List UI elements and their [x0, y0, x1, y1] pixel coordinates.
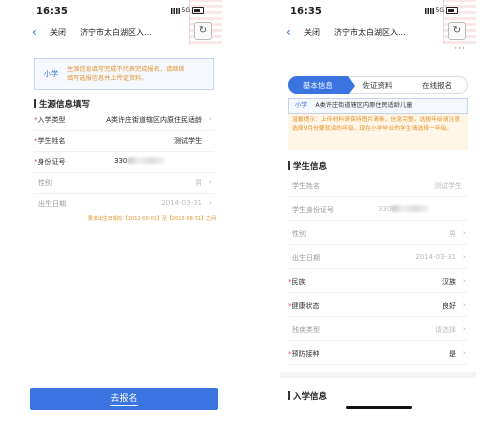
field-label: 出生日期	[292, 254, 320, 262]
chevron-right-icon: ›	[462, 276, 466, 285]
status-time: 16:35	[36, 6, 68, 17]
chevron-right-icon: ›	[462, 252, 466, 261]
signal-icon	[170, 7, 180, 14]
home-indicator[interactable]	[346, 406, 412, 409]
field-value: 是	[449, 350, 456, 358]
field-row-disability-type[interactable]: 残疾类型 请选择 ›	[288, 320, 468, 341]
nav-bar: ‹ 关闭 济宁市太白湖区入... ↻	[280, 22, 476, 42]
notice-box: 小学 生源信息填写完成不代表完成报名，请继续填写选报信息并上传证资料。	[34, 58, 214, 90]
back-icon[interactable]: ‹	[286, 25, 291, 39]
signal-indicator: 5G	[170, 7, 204, 14]
field-label: 性别	[292, 230, 306, 238]
field-label: 学生姓名	[37, 137, 66, 145]
field-row-enroll-type[interactable]: *入学类型 A类许庄街道辖区内原住民适龄 ›	[34, 110, 214, 131]
grade-tag: 小学	[295, 102, 308, 109]
step-basic-info[interactable]: 基本信息	[288, 76, 355, 95]
chevron-right-icon: ›	[462, 324, 466, 333]
field-row-birth-date[interactable]: 出生日期 2014-03-31 ›	[288, 248, 468, 269]
field-label: 残疾类型	[292, 326, 320, 334]
field-label: 性别	[38, 179, 52, 187]
field-row-gender[interactable]: 性别 男 ›	[34, 173, 214, 194]
chevron-right-icon: ›	[208, 198, 212, 207]
network-label: 5G	[181, 7, 190, 14]
field-row-birth-date[interactable]: 出生日期 2014-03-31 ›	[34, 194, 214, 214]
submit-registration-button[interactable]: 去报名	[30, 388, 218, 410]
refresh-icon[interactable]: ↻	[194, 22, 212, 40]
field-row-student-name[interactable]: 学生姓名 测试学生	[288, 176, 468, 197]
nav-title: 济宁市太白湖区入...	[80, 28, 152, 37]
field-value: 男	[449, 230, 456, 238]
field-label: 学生姓名	[292, 182, 320, 190]
field-value: 2014-03-31	[415, 253, 456, 261]
field-label: 民族	[291, 278, 306, 286]
refresh-icon[interactable]: ↻	[448, 22, 466, 40]
birth-date-hint: 要求出生日期在【2012-09-01】至【2015-08-31】之间	[87, 216, 216, 222]
field-label: 学生身份证号	[292, 206, 334, 214]
signal-icon	[424, 7, 434, 14]
nav-bar: ‹ 关闭 济宁市太白湖区入... ↻	[26, 22, 222, 42]
field-row-ethnicity[interactable]: *民族 汉族 ›	[288, 272, 468, 293]
enrollment-section-title: 入学信息	[288, 390, 327, 402]
field-label: 出生日期	[38, 200, 66, 208]
field-row-vaccination[interactable]: *预防接种 是 ›	[288, 344, 468, 365]
section-title: 生源信息填写	[34, 98, 90, 110]
field-row-id-number[interactable]: 学生身份证号 330	[288, 200, 468, 221]
section-divider	[280, 372, 476, 378]
field-value: 请选择	[435, 326, 456, 334]
section-title: 学生信息	[288, 160, 327, 172]
step-online-registration[interactable]: 在线报名	[407, 76, 469, 94]
notice-message: 生源信息填写完成不代表完成报名，请继续填写选报信息并上传证资料。	[67, 66, 185, 82]
battery-icon	[192, 7, 204, 14]
redacted-mask	[391, 205, 430, 212]
more-icon[interactable]: ···	[454, 44, 466, 54]
chevron-right-icon: ›	[208, 177, 212, 186]
status-bar: 16:35 5G	[280, 4, 476, 20]
left-phone-screen: 16:35 5G ‹ 关闭 济宁市太白湖区入... ↻ 小学 生源信息填写完成不…	[26, 0, 222, 420]
field-row-student-name[interactable]: *学生姓名 测试学生	[34, 131, 214, 152]
battery-icon	[446, 7, 458, 14]
close-button[interactable]: 关闭	[50, 27, 66, 38]
field-value: 良好	[442, 302, 456, 310]
field-label: 入学类型	[37, 116, 66, 124]
field-label: 预防接种	[291, 350, 320, 358]
chevron-right-icon: ›	[462, 300, 466, 309]
network-label: 5G	[435, 7, 444, 14]
close-button[interactable]: 关闭	[304, 27, 320, 38]
field-row-id-number[interactable]: *身份证号 330	[34, 152, 214, 173]
field-value: 男	[195, 179, 202, 187]
field-value: 330	[378, 205, 392, 213]
field-value: 测试学生	[434, 182, 462, 190]
chevron-right-icon: ›	[208, 114, 212, 123]
status-time: 16:35	[290, 6, 322, 17]
field-value: 测试学生	[174, 137, 202, 145]
status-bar: 16:35 5G	[26, 4, 222, 20]
field-label: 身份证号	[37, 158, 66, 166]
field-value: 330	[114, 157, 128, 165]
field-label: 健康状态	[291, 302, 320, 310]
warm-tip: 温馨提示：上传材料请保持图片清晰，信息完整。选报年级请注意选择9月份要就读的年级…	[288, 114, 468, 150]
right-phone-screen: 16:35 5G ‹ 关闭 济宁市太白湖区入... ↻ ··· 基本信息 佐证资…	[280, 0, 476, 420]
submit-label: 去报名	[110, 394, 138, 406]
chevron-right-icon: ›	[462, 348, 466, 357]
field-value: A类许庄街道辖区内原住民适龄	[106, 116, 202, 124]
back-icon[interactable]: ‹	[32, 25, 37, 39]
field-value: 2014-03-31	[161, 199, 202, 207]
enroll-category: A类许庄街道辖区内原住民适龄儿童	[315, 102, 413, 109]
chevron-right-icon: ›	[462, 228, 466, 237]
signal-indicator: 5G	[424, 7, 458, 14]
redacted-mask	[127, 157, 166, 164]
nav-title: 济宁市太白湖区入...	[334, 28, 406, 37]
field-row-gender[interactable]: 性别 男 ›	[288, 224, 468, 245]
field-row-health-status[interactable]: *健康状态 良好 ›	[288, 296, 468, 317]
grade-box: 小学 A类许庄街道辖区内原住民适龄儿童	[288, 98, 468, 114]
grade-tag: 小学	[44, 70, 58, 78]
step-tabs: 基本信息 佐证资料 在线报名	[288, 76, 469, 95]
step-supporting-docs[interactable]: 佐证资料	[347, 76, 408, 94]
field-value: 汉族	[442, 278, 456, 286]
